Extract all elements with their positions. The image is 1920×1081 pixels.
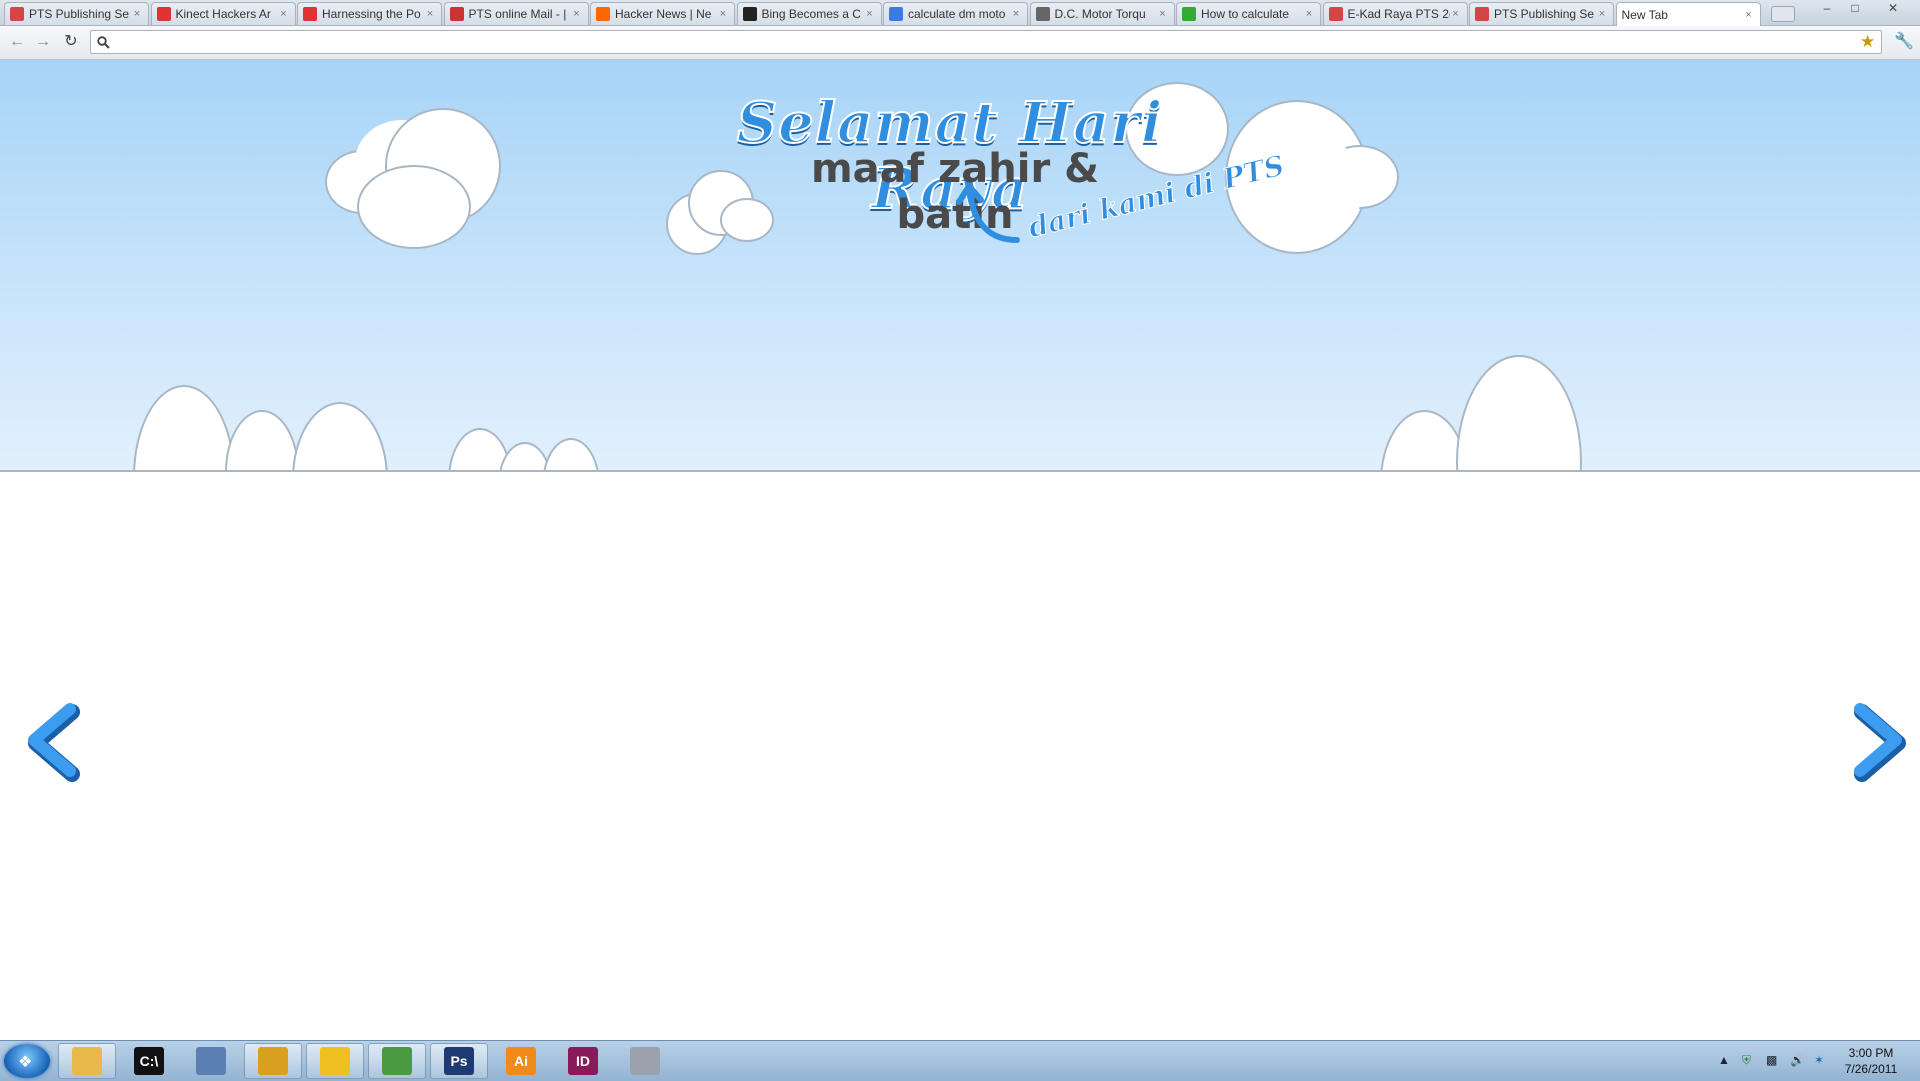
taskbar-app-photoshop[interactable]: Ps xyxy=(430,1043,488,1079)
pdf-icon xyxy=(1328,7,1343,21)
browser-tab[interactable]: E-Kad Raya PTS 2(× xyxy=(1322,2,1468,25)
wrench-menu-icon[interactable]: 🔧 xyxy=(1894,31,1914,51)
start-button[interactable]: ❖ xyxy=(4,1044,50,1078)
pdf-icon xyxy=(10,7,24,21)
search-icon xyxy=(97,35,110,49)
maximize-button[interactable]: □ xyxy=(1842,0,1868,18)
back-arrow-icon[interactable]: ← xyxy=(6,31,28,53)
gmail-icon xyxy=(449,7,464,21)
update-icon[interactable]: ✶ xyxy=(1814,1053,1824,1067)
tab-close-icon[interactable]: × xyxy=(1010,8,1022,20)
tab-title: New Tab xyxy=(1621,7,1668,22)
explorer-icon xyxy=(72,1047,102,1075)
tab-close-icon[interactable]: × xyxy=(1157,8,1169,20)
tab-strip: PTS Publishing Se × Kinect Hackers Ar × Harn… xyxy=(0,0,1920,26)
network-tool-icon xyxy=(630,1047,660,1075)
tab-title: PTS Publishing Se xyxy=(1494,7,1595,21)
tab-close-icon[interactable]: × xyxy=(571,8,583,20)
address-input[interactable] xyxy=(116,33,1881,51)
taskbar-app-explorer[interactable] xyxy=(58,1043,116,1079)
tab-title: Hacker News | Ne xyxy=(615,7,712,21)
browser-tab[interactable]: PTS Publishing Se × xyxy=(1469,2,1614,25)
browser-tab[interactable]: PTS online Mail - | × xyxy=(443,2,589,25)
indesign-icon: ID xyxy=(568,1047,598,1075)
tab-title: Kinect Hackers Ar xyxy=(175,7,271,21)
tab-close-icon[interactable]: × xyxy=(1303,8,1315,20)
tab-title: Bing Becomes a C xyxy=(761,7,861,21)
browser-tab[interactable]: Kinect Hackers Ar × xyxy=(150,2,296,25)
browser-tab[interactable]: Harnessing the Po × xyxy=(297,2,442,25)
next-arrow-button[interactable] xyxy=(1842,695,1912,785)
cmd-icon: C:\ xyxy=(134,1047,164,1075)
nyt-icon xyxy=(742,7,757,21)
illustrator-icon: Ai xyxy=(506,1047,536,1075)
close-window-button[interactable]: ✕ xyxy=(1880,0,1906,18)
browser-tab[interactable]: How to calculate × xyxy=(1176,2,1321,25)
reload-icon[interactable]: ↻ xyxy=(60,31,82,53)
instapaper-icon xyxy=(156,7,171,21)
tab-close-icon[interactable]: × xyxy=(717,8,729,20)
network-icon[interactable]: ▩ xyxy=(1766,1053,1777,1067)
taskbar-app-indesign[interactable]: ID xyxy=(554,1043,612,1079)
notepad-icon xyxy=(382,1047,412,1075)
omnibox[interactable] xyxy=(90,30,1882,54)
volume-icon[interactable]: 🔊 xyxy=(1790,1053,1805,1067)
google-icon xyxy=(889,7,903,21)
horizon-line xyxy=(0,470,1920,472)
tab-close-icon[interactable]: × xyxy=(864,8,876,20)
virtualbox-icon xyxy=(196,1047,226,1075)
browser-tab[interactable]: Bing Becomes a C × xyxy=(736,2,882,25)
curved-arrow-icon xyxy=(956,183,1020,243)
previous-arrow-button[interactable] xyxy=(18,695,88,785)
browser-tab[interactable]: Hacker News | Ne × xyxy=(590,2,735,25)
browser-tab[interactable]: D.C. Motor Torqu × xyxy=(1029,2,1175,25)
windows-taskbar: ❖ C:\ Ps Ai ID ▲ ⛨ ▩ 🔊 ✶ 3:00 PM 7/26/2011 xyxy=(0,1040,1920,1081)
taskbar-app-virtualbox[interactable] xyxy=(182,1043,240,1079)
leaf-icon xyxy=(1182,7,1196,21)
photoshop-icon: Ps xyxy=(444,1047,474,1075)
chrome-icon xyxy=(258,1047,288,1075)
taskbar-app-notepad[interactable] xyxy=(368,1043,426,1079)
pdf-icon xyxy=(1475,7,1489,21)
tab-close-icon[interactable]: × xyxy=(1450,8,1462,20)
instapaper-icon xyxy=(303,7,317,21)
tab-close-icon[interactable]: × xyxy=(278,8,290,20)
windows-logo-icon: ❖ xyxy=(18,1054,33,1071)
tab-title: PTS Publishing Se xyxy=(29,7,130,21)
forward-arrow-icon[interactable]: → xyxy=(32,31,54,53)
tab-close-icon[interactable]: × xyxy=(131,8,143,20)
bookmark-star-icon[interactable]: ★ xyxy=(1860,32,1875,52)
tab-close-icon[interactable]: × xyxy=(424,8,436,20)
cyberduck-icon xyxy=(320,1047,350,1075)
taskbar-app-cmd[interactable]: C:\ xyxy=(120,1043,178,1079)
browser-tab[interactable]: New Tab × xyxy=(1615,2,1761,26)
new-tab-button[interactable] xyxy=(1771,6,1795,22)
clock-time: 3:00 PM xyxy=(1848,1046,1894,1060)
tab-title: How to calculate xyxy=(1201,7,1290,21)
ycombinator-icon xyxy=(596,7,610,21)
tab-title: calculate dm moto xyxy=(908,7,1006,21)
minimize-button[interactable]: – xyxy=(1814,0,1840,18)
tab-title: PTS online Mail - | xyxy=(468,7,567,21)
shield-icon[interactable]: ⛨ xyxy=(1742,1053,1751,1068)
tab-title: D.C. Motor Torqu xyxy=(1054,7,1146,21)
taskbar-clock[interactable]: 3:00 PM 7/26/2011 xyxy=(1830,1045,1912,1077)
show-hidden-icons-icon[interactable]: ▲ xyxy=(1718,1053,1730,1067)
tab-close-icon[interactable]: × xyxy=(1743,9,1755,21)
tab-close-icon[interactable]: × xyxy=(1596,8,1608,20)
taskbar-app-chrome[interactable] xyxy=(244,1043,302,1079)
tab-title: Harnessing the Po xyxy=(322,7,421,21)
browser-toolbar: ← → ↻ ★ 🔧 xyxy=(0,26,1920,60)
tab-title: E-Kad Raya PTS 2( xyxy=(1347,7,1450,21)
taskbar-app-network-tool[interactable] xyxy=(616,1043,674,1079)
browser-tab[interactable]: PTS Publishing Se × xyxy=(4,2,149,25)
globe-icon xyxy=(1035,7,1050,21)
new-tab-page: Selamat Hari Raya maaf zahir & batin dar… xyxy=(0,60,1920,1040)
taskbar-app-cyberduck[interactable] xyxy=(306,1043,364,1079)
clock-date: 7/26/2011 xyxy=(1844,1062,1898,1076)
taskbar-app-illustrator[interactable]: Ai xyxy=(492,1043,550,1079)
browser-tab[interactable]: calculate dm moto × xyxy=(883,2,1028,25)
